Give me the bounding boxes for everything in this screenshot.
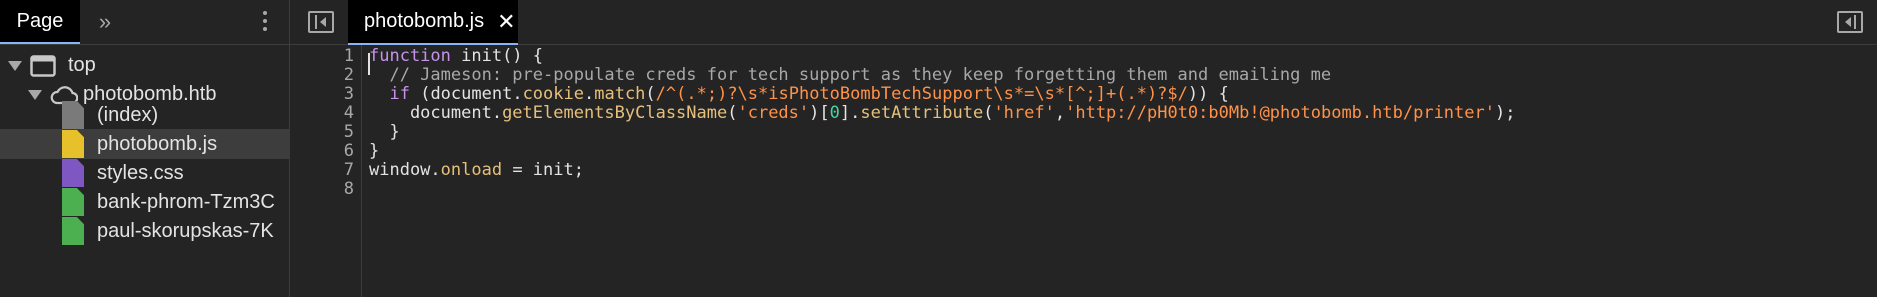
code-line-4[interactable]: document.getElementsByClassName('creds')… bbox=[369, 102, 1516, 125]
line-number[interactable]: 8 bbox=[314, 178, 354, 201]
file-icon bbox=[62, 101, 84, 129]
tree-item-label: (index) bbox=[97, 103, 159, 126]
expand-arrow-icon[interactable] bbox=[8, 60, 22, 71]
tree-item-index[interactable]: (index) bbox=[0, 100, 289, 130]
tab-page[interactable]: Page bbox=[0, 0, 80, 44]
tree-item-photobomb-js[interactable]: photobomb.js bbox=[0, 129, 289, 159]
expand-arrow-icon[interactable] bbox=[28, 89, 42, 100]
tab-photobomb-js[interactable]: photobomb.js ✕ bbox=[348, 0, 518, 45]
devtools-sources-panel: Page » top photobomb.htb (index) photobo… bbox=[0, 0, 1877, 297]
tree-item-label: top bbox=[68, 54, 96, 76]
editor-tab-bar: photobomb.js ✕ bbox=[290, 0, 1877, 45]
source-editor: photobomb.js ✕ 1 2 3 4 5 6 7 8 function … bbox=[290, 0, 1877, 297]
tree-item-label: photobomb.js bbox=[97, 132, 218, 155]
toggle-debugger-icon[interactable] bbox=[1837, 11, 1863, 33]
tree-item-styles-css[interactable]: styles.css bbox=[0, 158, 289, 188]
code-area[interactable]: 1 2 3 4 5 6 7 8 function init() { // Jam… bbox=[290, 45, 1877, 297]
frame-icon bbox=[30, 54, 56, 77]
tree-item-label: styles.css bbox=[97, 161, 184, 184]
tree-item-label: bank-phrom-Tzm3C bbox=[97, 190, 275, 213]
line-number-gutter: 1 2 3 4 5 6 7 8 bbox=[290, 45, 362, 297]
tree-item-label: paul-skorupskas-7K bbox=[97, 219, 274, 242]
tab-label: photobomb.js bbox=[364, 10, 485, 32]
navigator-sidebar: Page » top photobomb.htb (index) photobo… bbox=[0, 0, 290, 297]
navigator-tabs: Page » bbox=[0, 0, 289, 45]
close-icon[interactable]: ✕ bbox=[497, 9, 515, 35]
script-file-icon bbox=[62, 130, 84, 158]
toggle-navigator-icon[interactable] bbox=[308, 11, 334, 33]
image-file-icon bbox=[62, 217, 84, 245]
tree-item-paul-skorupskas[interactable]: paul-skorupskas-7K bbox=[0, 216, 289, 246]
more-options-icon[interactable] bbox=[263, 11, 267, 31]
code-line-7[interactable]: window.onload = init; bbox=[369, 159, 584, 182]
more-tabs-chevron-icon[interactable]: » bbox=[80, 0, 130, 44]
stylesheet-file-icon bbox=[62, 159, 84, 187]
tree-item-bank-phrom[interactable]: bank-phrom-Tzm3C bbox=[0, 187, 289, 217]
image-file-icon bbox=[62, 188, 84, 216]
